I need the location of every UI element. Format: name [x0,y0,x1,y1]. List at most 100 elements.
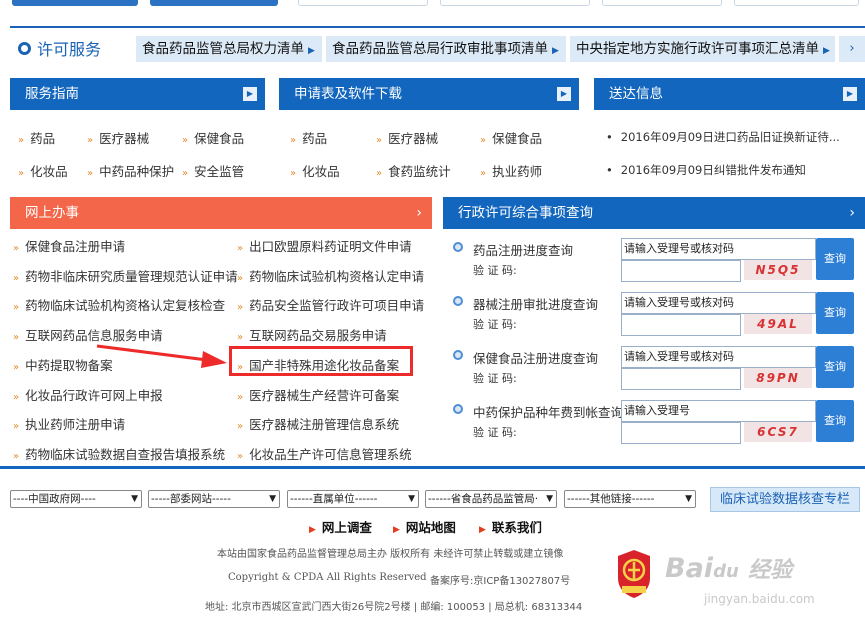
triangle-right-icon: ▶ [309,525,316,535]
download-link[interactable]: » 保健食品 [480,128,542,147]
chevron-right-icon[interactable]: › [839,36,865,62]
captcha-image[interactable]: N5Q5 [744,260,812,280]
captcha-image[interactable]: 89PN [744,368,812,388]
query-button[interactable]: 查询 [816,292,854,334]
red-arrow-icon [96,344,227,368]
download-link[interactable]: » 药品 [290,128,327,147]
query-button[interactable]: 查询 [816,238,854,280]
play-icon[interactable]: ▶ [243,87,257,101]
accept-number-input[interactable]: 请输入受理号 [621,400,816,422]
online-link[interactable]: » 执业药师注册申请 [13,414,125,433]
top-tab-stub [12,0,138,6]
captcha-input[interactable] [621,314,741,336]
delivery-header[interactable]: 送达信息 ▶ [594,78,865,110]
footer-divider [0,466,865,469]
guide-link[interactable]: » 化妆品 [18,161,68,180]
online-link[interactable]: » 化妆品行政许可网上申报 [13,385,163,404]
captcha-input[interactable] [621,422,741,444]
gov-site-select[interactable]: ----中国政府网---- ▼ [10,490,142,508]
guide-link[interactable]: » 中药品种保护 [87,161,174,180]
highlight-box [229,346,413,376]
online-link[interactable]: » 医疗器械注册管理信息系统 [237,414,399,433]
captcha-input[interactable] [621,368,741,390]
captcha-label: 验 证 码: [473,426,517,439]
top-tab-stub [602,0,722,6]
footer-icp[interactable]: 备案序号:京ICP备13027807号 [430,572,570,587]
chevron-right-icon: › [416,205,422,221]
captcha-image[interactable]: 6CS7 [744,422,812,442]
download-link[interactable]: » 执业药师 [480,161,542,180]
query-header[interactable]: 行政许可综合事项查询 › [443,197,865,229]
baidu-watermark: Baidu 经验 [665,553,793,584]
accept-number-input[interactable]: 请输入受理号或核对码 [621,346,816,368]
accept-number-input[interactable]: 请输入受理号或核对码 [621,292,816,314]
download-link[interactable]: » 医疗器械 [376,128,438,147]
online-link[interactable]: » 医疗器械生产经营许可备案 [237,385,399,404]
captcha-input[interactable] [621,260,741,282]
online-service-header[interactable]: 网上办事 › [10,197,432,229]
query-bullet-icon [453,296,463,306]
download-link[interactable]: » 食药监统计 [376,161,451,180]
xuke-link-approval-list[interactable]: 食品药品监管总局行政审批事项清单 ▶ [326,36,566,62]
online-link[interactable]: » 药物临床试验机构资格认定申请 [237,266,424,285]
xuke-link-power-list[interactable]: 食品药品监管总局权力清单 ▶ [136,36,322,62]
clinical-trial-button[interactable]: 临床试验数据核查专栏 [710,487,860,512]
captcha-image[interactable]: 49AL [744,314,812,334]
watermark-url: jingyan.baidu.com [704,592,815,606]
download-link[interactable]: » 化妆品 [290,161,340,180]
captcha-label: 验 证 码: [473,318,517,331]
footer-ownership: 本站由国家食品药品监督管理总局主办 版权所有 未经许可禁止转载或建立镜像 [217,549,564,560]
delivery-news-item[interactable]: • 2016年09月09日纠错批件发布通知 [606,162,806,178]
online-link[interactable]: » 出口欧盟原料药证明文件申请 [237,236,412,255]
other-links-select[interactable]: ------其他链接------ ▼ [564,490,696,508]
query-bullet-icon [453,242,463,252]
footer-link-contact[interactable]: ▶ 联系我们 [479,517,542,536]
triangle-right-icon: ▶ [552,46,559,56]
footer-link-survey[interactable]: ▶ 网上调查 [309,517,372,536]
direct-unit-select[interactable]: ------直属单位------ ▼ [287,490,419,508]
license-service-bar: 许可服务 食品药品监管总局权力清单 ▶ 食品药品监管总局行政审批事项清单 ▶ 中央指… [10,26,865,70]
query-bullet-icon [453,404,463,414]
online-link[interactable]: » 药物临床试验数据自查报告填报系统 [13,444,225,463]
download-header[interactable]: 申请表及软件下载 ▶ [279,78,579,110]
footer-copyright: Copyright & CPDA All Rights Reserved [228,572,427,583]
xuke-link-local-list[interactable]: 中央指定地方实施行政许可事项汇总清单 ▶ [570,36,835,62]
online-link[interactable]: » 药品安全监管行政许可项目申请 [237,295,424,314]
top-tab-stub [298,0,428,6]
guide-link[interactable]: » 安全监管 [182,161,244,180]
online-link[interactable]: » 化妆品生产许可信息管理系统 [237,444,412,463]
query-bullet-icon [453,350,463,360]
footer-address: 地址: 北京市西城区宣武门西大街26号院2号楼 | 邮编: 100053 | 局… [205,602,583,613]
chevron-down-icon: ▼ [685,494,692,504]
province-bureau-select[interactable]: ------省食品药品监管局· ▼ [425,490,557,508]
chevron-down-icon: ▼ [546,494,553,504]
party-seal-icon[interactable] [614,548,654,600]
query-button[interactable]: 查询 [816,400,854,442]
triangle-right-icon: ▶ [823,46,830,56]
ministry-site-select[interactable]: -----部委网站----- ▼ [148,490,280,508]
accept-number-input[interactable]: 请输入受理号或核对码 [621,238,816,260]
play-icon[interactable]: ▶ [557,87,571,101]
online-link[interactable]: » 保健食品注册申请 [13,236,125,255]
chevron-down-icon: ▼ [408,494,415,504]
query-label: 中药保护品种年费到帐查询 [473,405,624,420]
circle-icon [18,41,31,55]
online-link[interactable]: » 药物临床试验机构资格认定复核检查 [13,295,225,314]
service-guide-header[interactable]: 服务指南 ▶ [10,78,265,110]
query-button[interactable]: 查询 [816,346,854,388]
license-service-title: 许可服务 [18,36,101,60]
online-link[interactable]: » 互联网药品交易服务申请 [237,325,387,344]
online-link[interactable]: » 药物非临床研究质量管理规范认证申请 [13,266,238,285]
delivery-news-item[interactable]: • 2016年09月09日进口药品旧证换新证待... [606,129,840,145]
top-tab-stub [150,0,278,6]
guide-link[interactable]: » 药品 [18,128,55,147]
footer-link-sitemap[interactable]: ▶ 网站地图 [393,517,456,536]
guide-link[interactable]: » 医疗器械 [87,128,149,147]
guide-link[interactable]: » 保健食品 [182,128,244,147]
captcha-label: 验 证 码: [473,264,517,277]
play-icon[interactable]: ▶ [843,87,857,101]
captcha-label: 验 证 码: [473,372,517,385]
query-label: 保健食品注册进度查询 [473,351,599,366]
top-tab-stub [734,0,859,6]
chevron-right-icon: › [849,205,855,221]
